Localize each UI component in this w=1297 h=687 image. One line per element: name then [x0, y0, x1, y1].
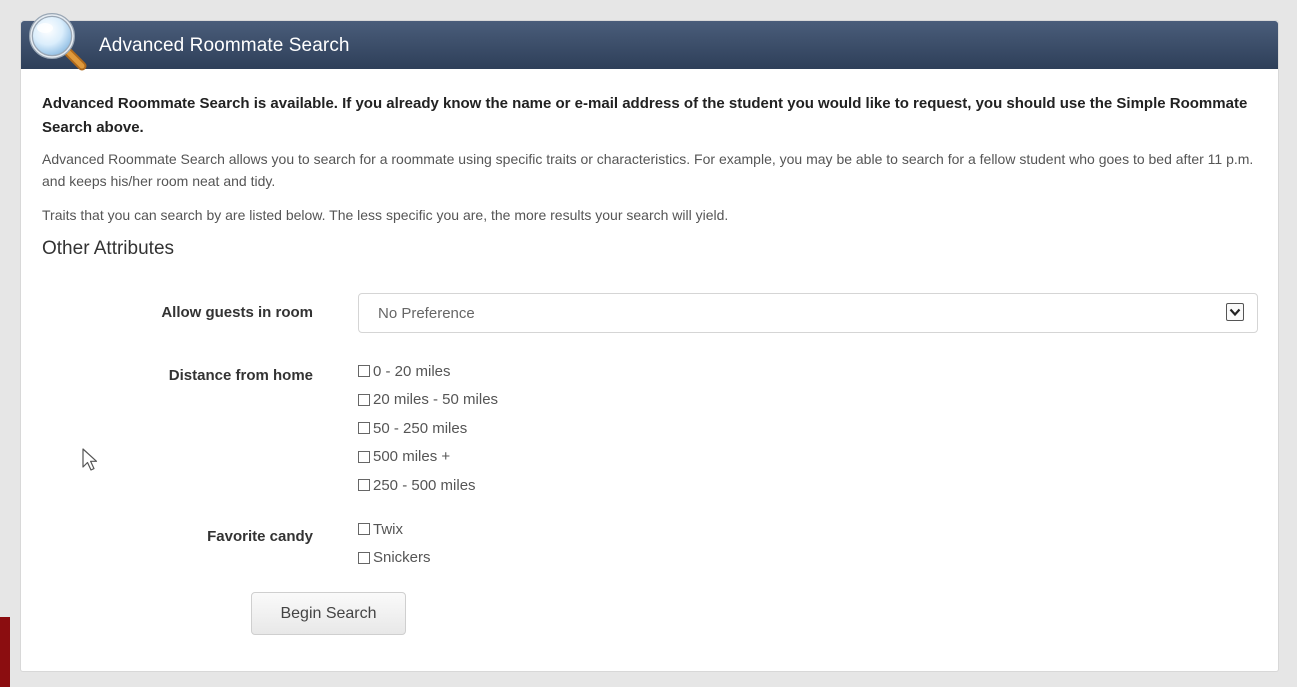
distance-option[interactable]: 0 - 20 miles [358, 357, 498, 386]
distance-option[interactable]: 50 - 250 miles [358, 414, 498, 443]
candy-options: Twix Snickers [358, 515, 431, 572]
distance-option[interactable]: 250 - 500 miles [358, 471, 498, 500]
checkbox[interactable] [358, 450, 370, 463]
mouse-pointer-icon [82, 448, 98, 471]
candy-label: Favorite candy [207, 528, 313, 545]
checkbox[interactable] [358, 479, 370, 492]
distance-label: Distance from home [168, 367, 313, 384]
candy-option[interactable]: Snickers [358, 544, 431, 573]
checkbox[interactable] [358, 365, 370, 378]
left-accent-bar [0, 617, 10, 687]
guests-select-value: No Preference [378, 305, 475, 322]
distance-options: 0 - 20 miles 20 miles - 50 miles 50 - 25… [358, 357, 498, 500]
panel-content: Advanced Roommate Search is available. I… [42, 92, 1258, 260]
checkbox[interactable] [358, 551, 370, 564]
candy-option[interactable]: Twix [358, 515, 431, 544]
panel-title: Advanced Roommate Search [99, 35, 350, 56]
checkbox[interactable] [358, 523, 370, 536]
distance-option[interactable]: 500 miles + [358, 443, 498, 472]
guests-select[interactable]: No Preference [358, 293, 1258, 333]
begin-search-button[interactable]: Begin Search [251, 592, 406, 635]
intro-paragraph-2: Traits that you can search by are listed… [42, 207, 729, 223]
magnifier-icon [29, 13, 87, 71]
intro-paragraph-1: Advanced Roommate Search allows you to s… [42, 151, 1254, 189]
chevron-down-icon[interactable] [1226, 303, 1244, 321]
advanced-search-panel: Advanced Roommate Search Advanced Roomma… [20, 20, 1279, 672]
guests-label: Allow guests in room [161, 304, 313, 321]
distance-option[interactable]: 20 miles - 50 miles [358, 386, 498, 415]
section-title: Other Attributes [42, 238, 175, 259]
intro-bold-text: Advanced Roommate Search is available. I… [42, 95, 1248, 136]
panel-header: Advanced Roommate Search [21, 21, 1278, 69]
checkbox[interactable] [358, 422, 370, 435]
checkbox[interactable] [358, 393, 370, 406]
